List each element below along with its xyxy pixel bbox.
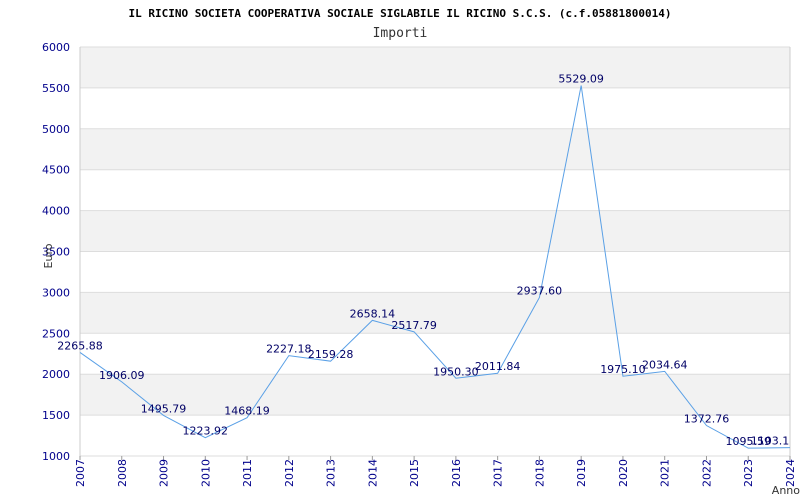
y-tick-label: 6000 xyxy=(42,41,70,54)
x-tick-label: 2016 xyxy=(450,459,463,487)
plot-band xyxy=(80,374,790,416)
x-tick-label: 2009 xyxy=(158,459,171,487)
data-label: 2937.60 xyxy=(517,285,563,298)
data-label: 2227.18 xyxy=(266,343,312,356)
data-label: 2159.28 xyxy=(308,348,354,361)
x-tick-label: 2019 xyxy=(575,459,588,487)
chart-subtitle: Importi xyxy=(373,26,428,41)
x-tick-label: 2012 xyxy=(283,459,296,487)
data-label: 2034.64 xyxy=(642,358,688,371)
data-label: 1975.10 xyxy=(600,363,646,376)
data-label: 1468.19 xyxy=(224,405,270,418)
data-label: 5529.09 xyxy=(558,73,604,86)
x-tick-label: 2022 xyxy=(700,459,713,487)
y-tick-label: 1500 xyxy=(42,409,70,422)
x-tick-label: 2015 xyxy=(408,459,421,487)
y-tick-label: 5500 xyxy=(42,82,70,95)
y-tick-label: 4000 xyxy=(42,205,70,218)
line-chart: IL RICINO SOCIETA COOPERATIVA SOCIALE SI… xyxy=(42,7,800,497)
y-tick-label: 2500 xyxy=(42,327,70,340)
y-tick-label: 3000 xyxy=(42,286,70,299)
y-tick-label: 4500 xyxy=(42,164,70,177)
data-label: 1223.92 xyxy=(183,425,229,438)
x-tick-label: 2013 xyxy=(325,459,338,487)
chart-title: IL RICINO SOCIETA COOPERATIVA SOCIALE SI… xyxy=(128,7,671,20)
y-axis-label: Euro xyxy=(42,243,55,268)
y-tick-label: 1000 xyxy=(42,450,70,463)
x-tick-label: 2007 xyxy=(74,459,87,487)
y-tick-label: 2000 xyxy=(42,368,70,381)
plot-band xyxy=(80,87,790,129)
x-tick-label: 2010 xyxy=(199,459,212,487)
plot-band xyxy=(80,47,790,88)
data-label: 2658.14 xyxy=(350,307,396,320)
data-label: 1495.79 xyxy=(141,402,187,415)
data-label: 2517.79 xyxy=(391,319,437,332)
x-tick-label: 2020 xyxy=(617,459,630,487)
x-tick-label: 2018 xyxy=(533,459,546,487)
x-axis-ticks: 2007 2008 2009 2010 2011 2012 2013 2014 2015 2016… xyxy=(74,456,797,487)
data-label: 1103.1 xyxy=(751,435,790,448)
x-tick-label: 2008 xyxy=(116,459,129,487)
plot-band xyxy=(80,251,790,293)
plot-band xyxy=(80,210,790,252)
data-label: 2265.88 xyxy=(57,339,103,352)
x-tick-label: 2021 xyxy=(659,459,672,487)
y-tick-label: 5000 xyxy=(42,123,70,136)
plot-band xyxy=(80,128,790,170)
x-tick-label: 2014 xyxy=(366,459,379,487)
x-tick-label: 2023 xyxy=(742,459,755,487)
data-label: 1906.09 xyxy=(99,369,145,382)
x-tick-label: 2024 xyxy=(784,459,797,487)
x-tick-label: 2017 xyxy=(492,459,505,487)
x-tick-label: 2011 xyxy=(241,459,254,487)
x-axis-label: Anno xyxy=(772,484,800,497)
data-label: 2011.84 xyxy=(475,360,521,373)
data-label: 1950.30 xyxy=(433,365,479,378)
plot-band xyxy=(80,169,790,211)
data-label: 1372.76 xyxy=(684,413,730,426)
